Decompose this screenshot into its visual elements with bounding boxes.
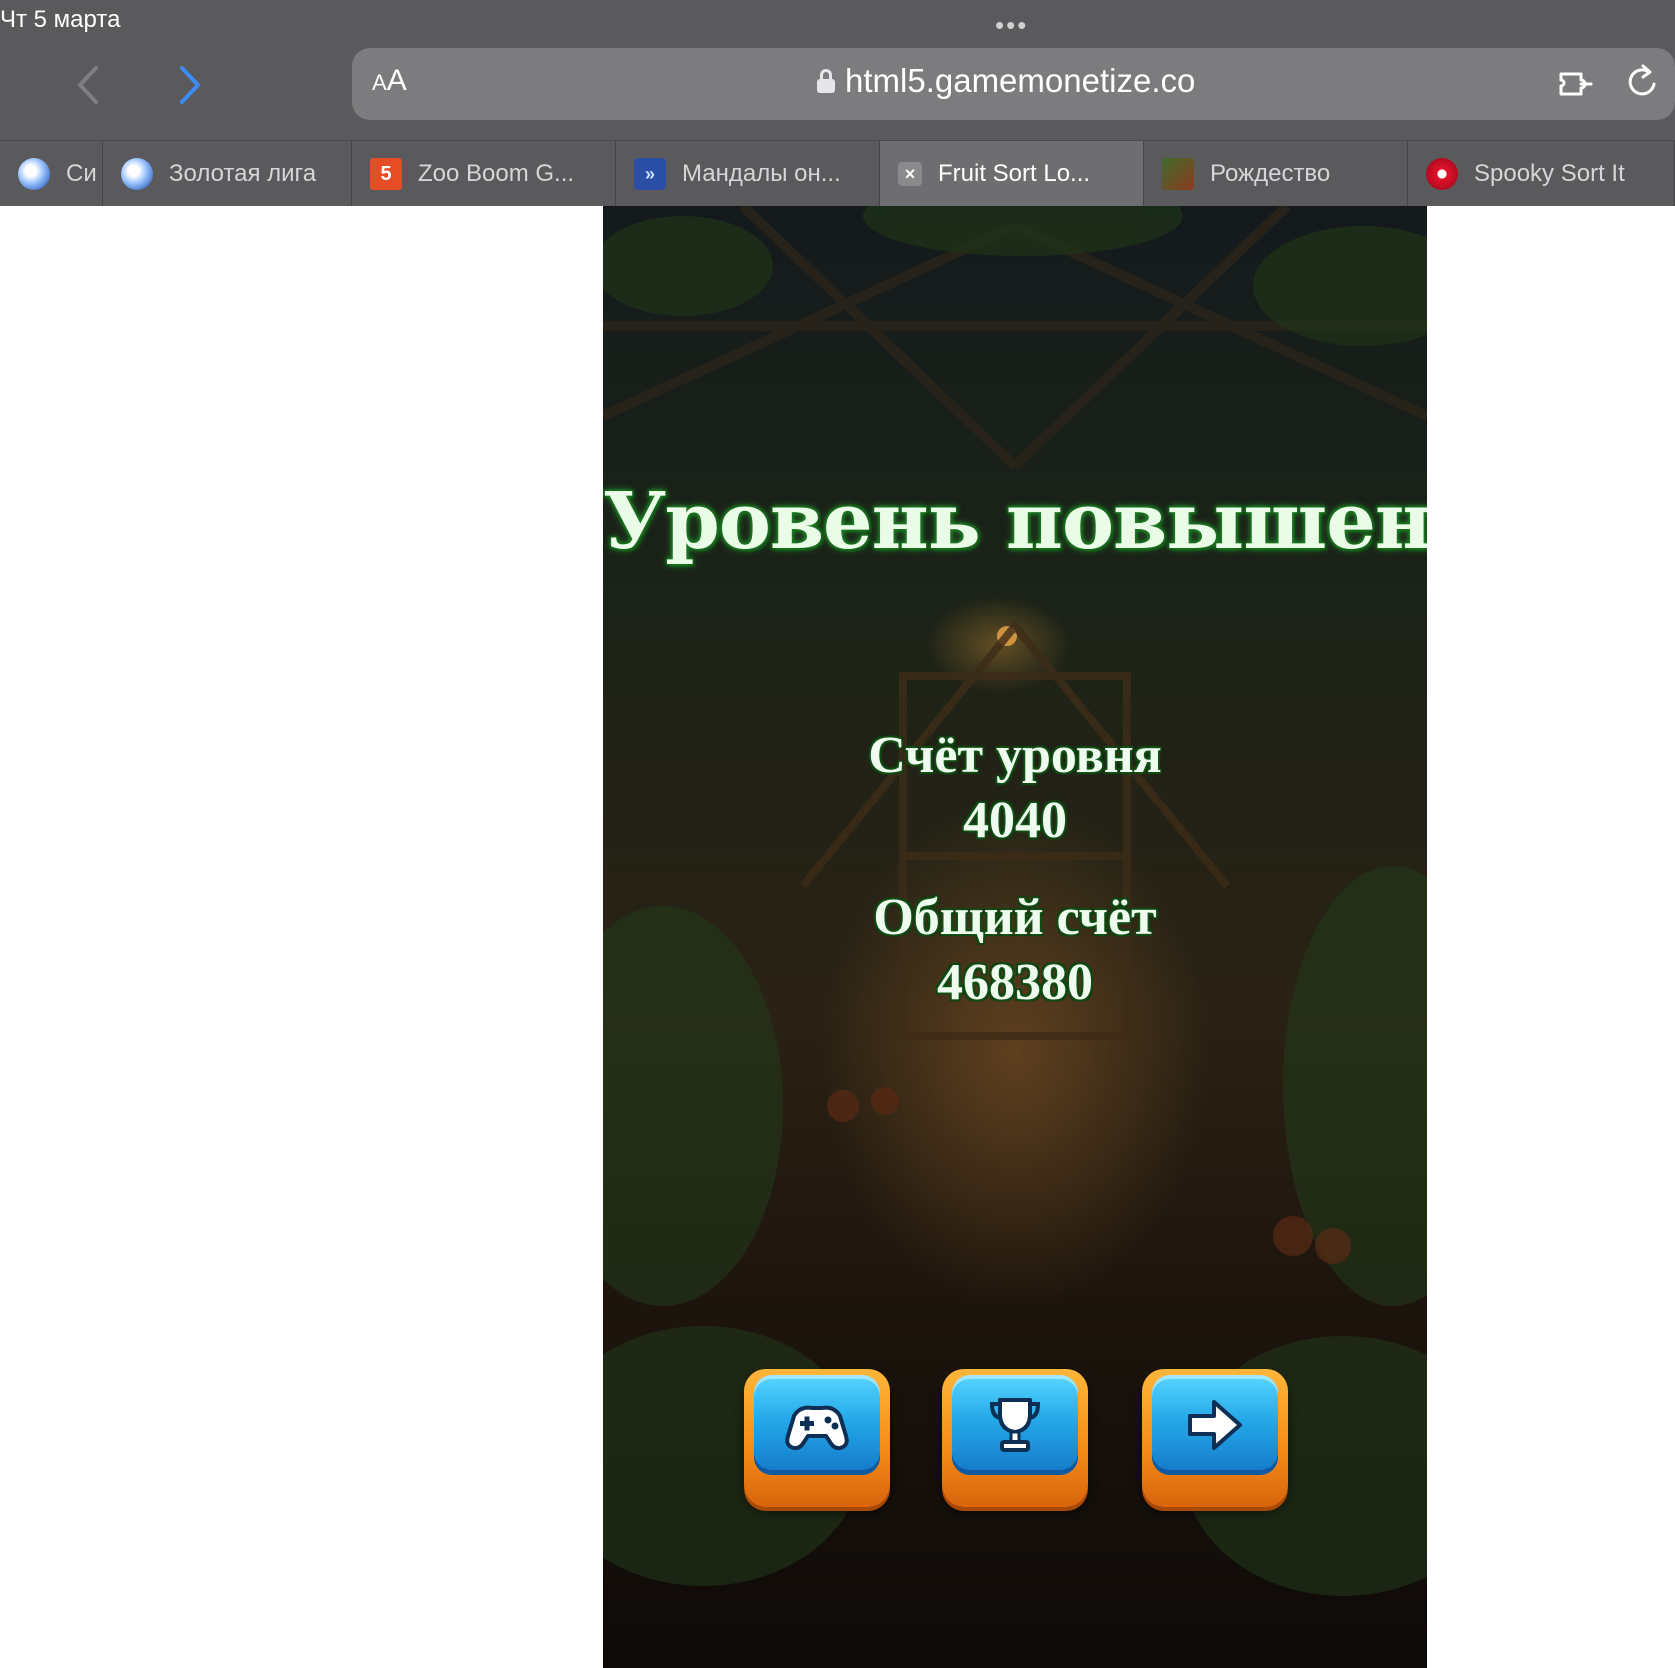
arrow-right-icon: [1188, 1400, 1242, 1450]
trophy-button[interactable]: [942, 1369, 1088, 1507]
total-score-label: Общий счёт: [873, 889, 1157, 946]
text-size-small-glyph: A: [372, 70, 387, 95]
tab-label: Си: [66, 160, 97, 187]
tab-4-active[interactable]: × Fruit Sort Lo...: [880, 141, 1144, 207]
next-level-button[interactable]: [1142, 1369, 1288, 1507]
tab-label: Spooky Sort It: [1474, 160, 1625, 187]
tab-5[interactable]: Рождество: [1144, 141, 1408, 207]
trophy-icon: [989, 1398, 1041, 1452]
mandala-icon: »: [634, 158, 666, 190]
tab-label: Золотая лига: [169, 160, 317, 187]
status-bar: Чт 5 марта •••: [0, 0, 1675, 40]
chevron-right-icon: [180, 66, 200, 104]
text-size-button[interactable]: AA: [372, 64, 407, 98]
christmas-icon: [1162, 158, 1194, 190]
tab-0[interactable]: Си: [0, 141, 103, 207]
total-score-value: 468380: [937, 954, 1093, 1011]
address-bar[interactable]: AA html5.gamemonetize.co: [352, 48, 1675, 120]
level-score-label: Счёт уровня: [868, 727, 1162, 784]
tab-bar: Си Золотая лига 5 Zoo Boom G... » Мандал…: [0, 140, 1675, 207]
gamepad-icon: [785, 1405, 849, 1451]
tab-label: Рождество: [1210, 160, 1331, 187]
swirl-icon: [18, 158, 50, 190]
status-date: Чт 5 марта: [0, 6, 121, 33]
spooky-icon: [1426, 158, 1458, 190]
chevron-left-icon: [78, 66, 98, 104]
html5-icon: 5: [370, 158, 402, 190]
forward-button[interactable]: [170, 60, 210, 110]
level-score-value: 4040: [963, 792, 1067, 849]
tab-label: Fruit Sort Lo...: [938, 160, 1091, 187]
browser-toolbar: AA html5.gamemonetize.co: [0, 40, 1675, 140]
game-canvas[interactable]: Уровень повышен Счёт уровня 4040 Общий с…: [603, 206, 1427, 1668]
back-button[interactable]: [68, 60, 108, 110]
lock-icon: [817, 69, 835, 93]
url-text: html5.gamemonetize.co: [845, 62, 1196, 99]
tab-2[interactable]: 5 Zoo Boom G...: [352, 141, 616, 207]
level-up-title: Уровень повышен: [603, 476, 1427, 567]
tab-1[interactable]: Золотая лига: [103, 141, 352, 207]
gamepad-button[interactable]: [744, 1369, 890, 1507]
tab-3[interactable]: » Мандалы он...: [616, 141, 880, 207]
multitasking-dots[interactable]: •••: [995, 10, 1028, 41]
tab-label: Мандалы он...: [682, 160, 841, 187]
tab-label: Zoo Boom G...: [418, 160, 575, 187]
swirl-icon: [121, 158, 153, 190]
web-viewport: Уровень повышен Счёт уровня 4040 Общий с…: [0, 206, 1675, 1668]
close-icon[interactable]: ×: [898, 162, 922, 186]
reload-icon[interactable]: [1623, 62, 1663, 102]
url-display[interactable]: html5.gamemonetize.co: [817, 62, 1195, 100]
tab-6[interactable]: Spooky Sort It: [1408, 141, 1675, 207]
text-size-large-glyph: A: [386, 64, 407, 97]
extension-icon[interactable]: [1557, 64, 1597, 104]
